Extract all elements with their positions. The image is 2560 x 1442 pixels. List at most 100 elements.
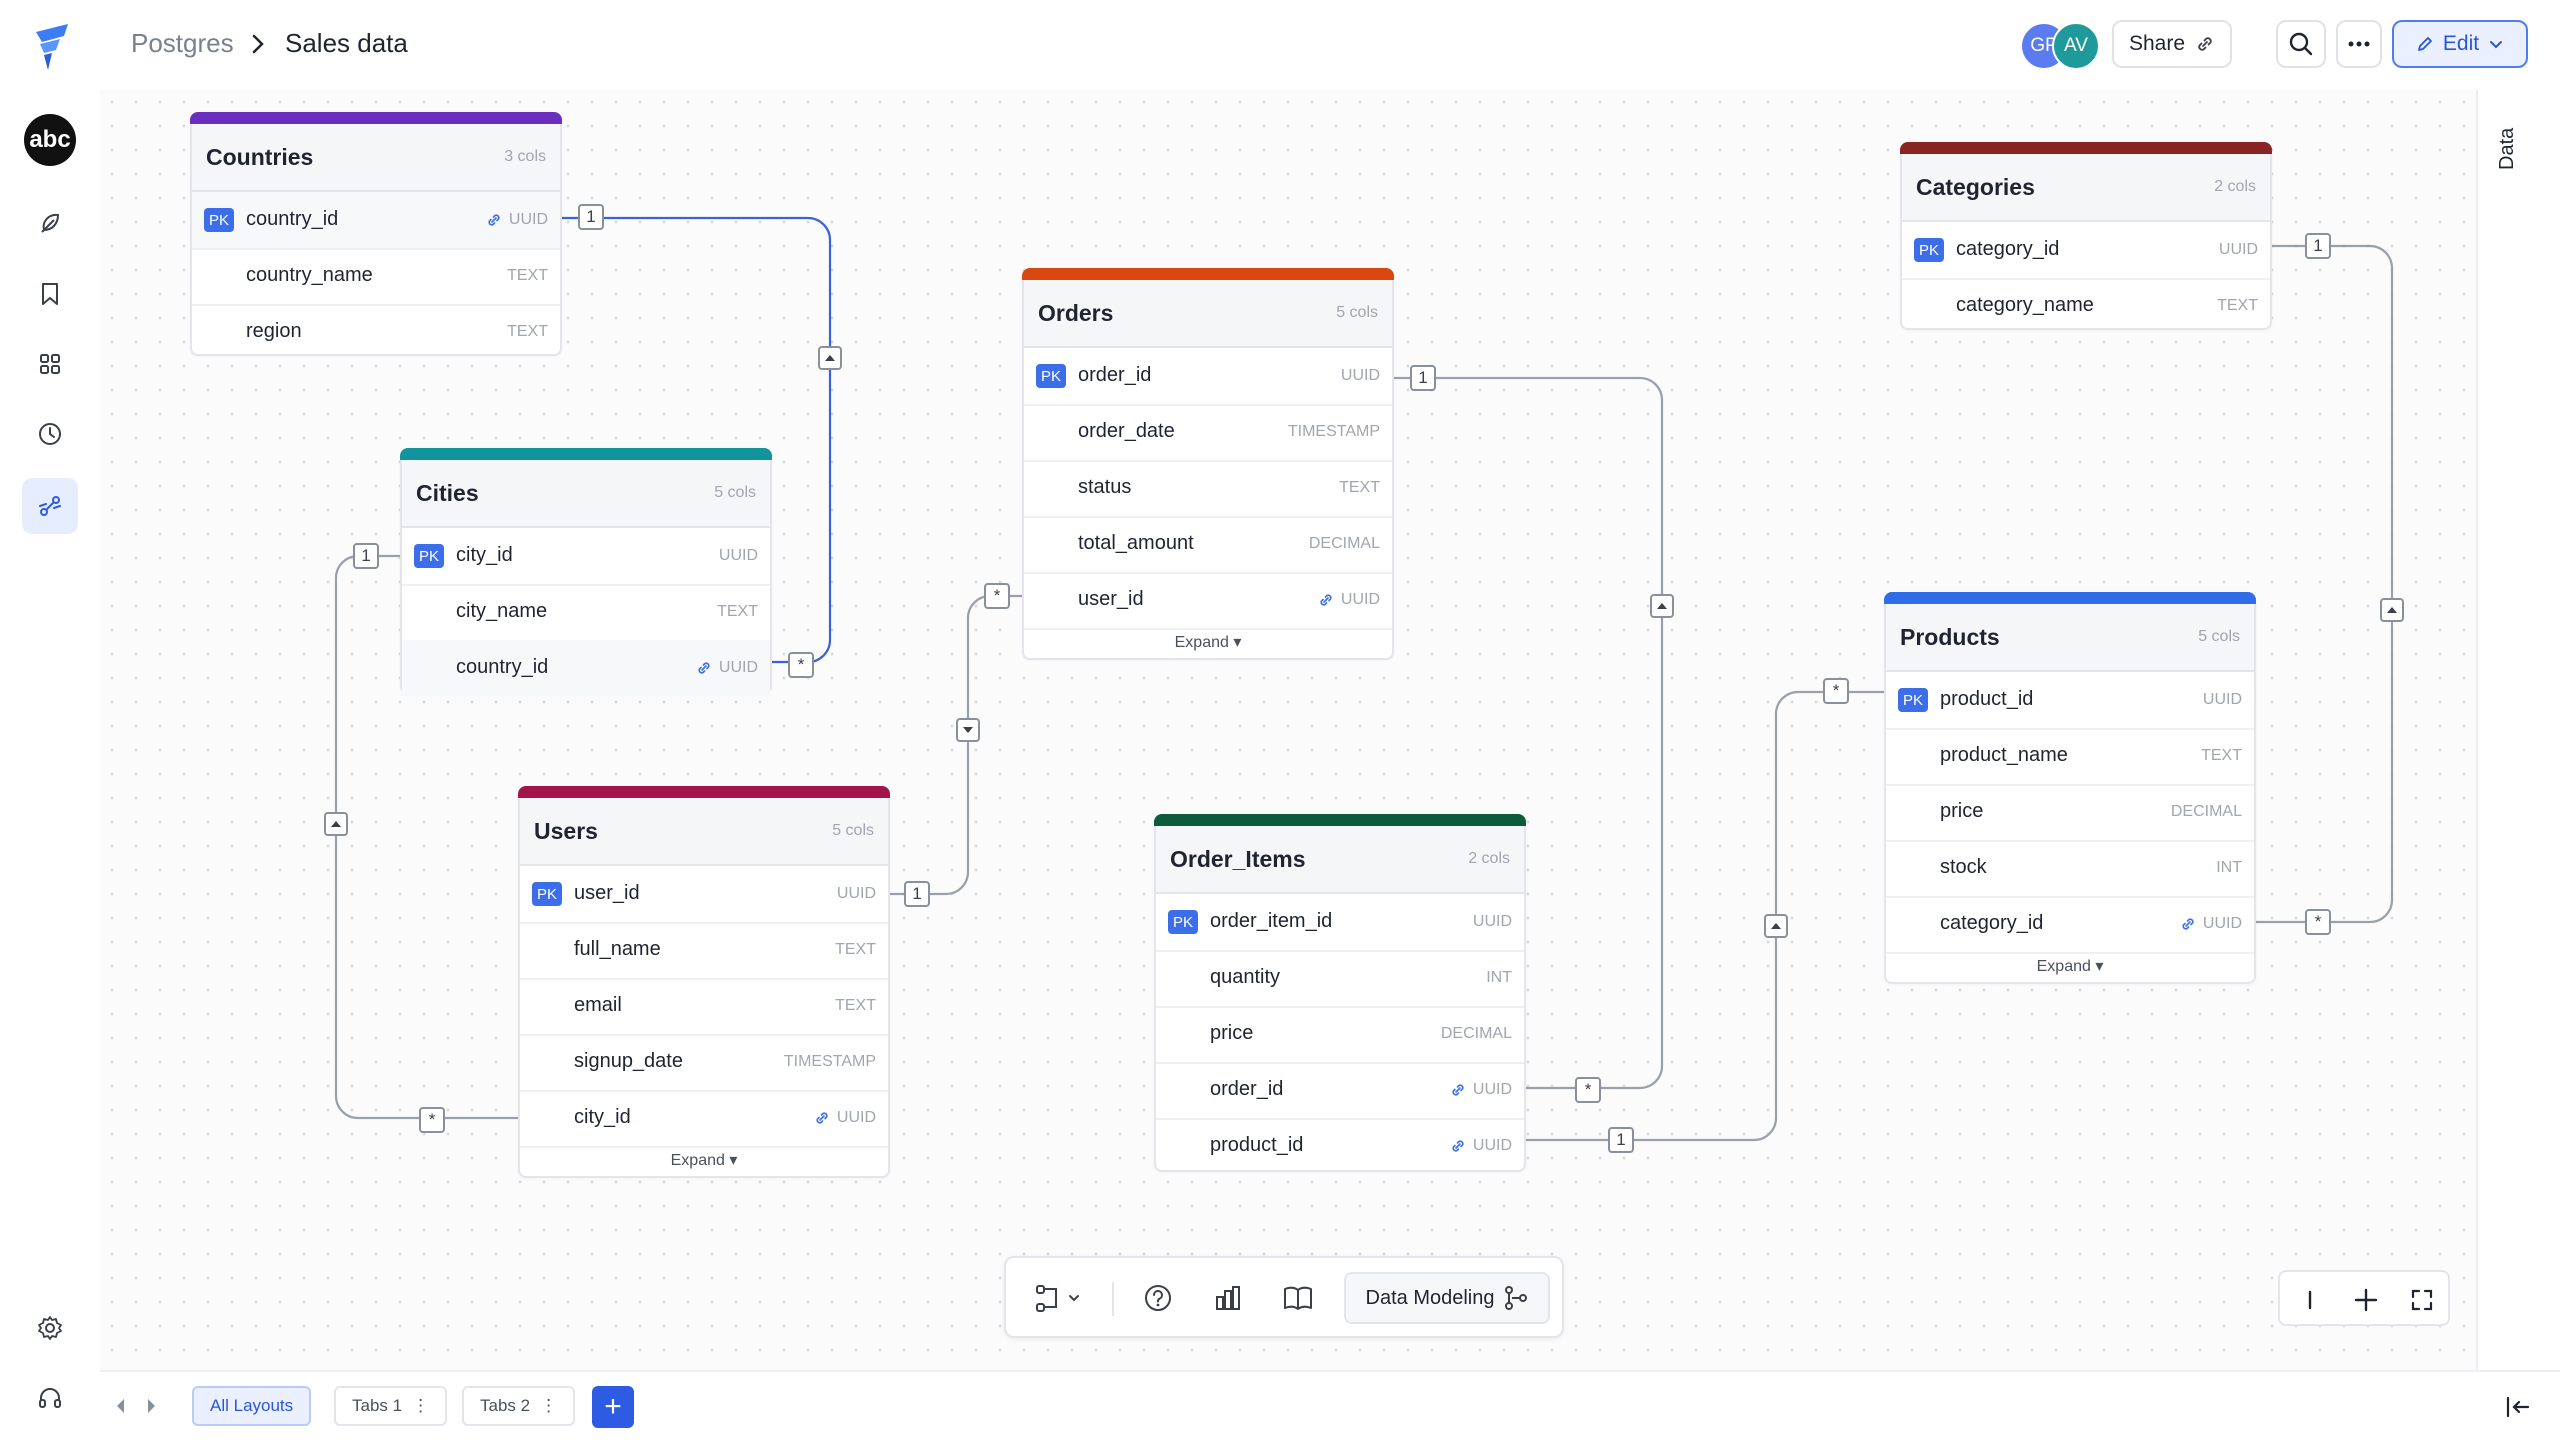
column-row[interactable]: PK user_id UUID [520,866,888,924]
column-row[interactable]: category_id UUID [1886,896,2254,954]
table-header[interactable]: Categories 2 cols [1902,154,2270,222]
table-card-categories[interactable]: Categories 2 cols PK category_id UUID ca… [1900,142,2272,330]
rail-settings[interactable] [28,1306,72,1350]
column-type: INT [2216,859,2242,876]
column-row[interactable]: city_id UUID [520,1090,888,1148]
column-type-label: UUID [836,1109,876,1126]
tab-all-layouts[interactable]: All Layouts [192,1386,312,1426]
data-modeling-button[interactable]: Data Modeling [1344,1272,1550,1324]
column-row[interactable]: PK order_item_id UUID [1156,894,1524,952]
column-name: country_id [456,656,549,678]
column-type: TEXT [507,323,548,340]
collapse-up-icon[interactable] [1764,914,1788,938]
column-row[interactable]: signup_date TIMESTAMP [520,1034,888,1092]
table-header[interactable]: Orders 5 cols [1024,280,1392,348]
table-card-users[interactable]: Users 5 cols PK user_id UUID full_name T… [518,786,890,1178]
column-row[interactable]: product_name TEXT [1886,728,2254,786]
table-card-products[interactable]: Products 5 cols PK product_id UUID produ… [1884,592,2256,984]
tab-label: Tabs 2 [480,1396,531,1415]
column-row[interactable]: PK category_id UUID [1902,222,2270,280]
column-name: order_id [1210,1078,1284,1100]
column-name: country_name [246,264,373,286]
tab-tabs-2[interactable]: Tabs 2 ⋮ [462,1386,576,1426]
table-color-bar [1900,142,2272,154]
column-row[interactable]: product_id UUID [1156,1118,1524,1174]
primary-key-badge: PK [1168,910,1198,934]
collapse-panel-icon[interactable] [2504,1394,2532,1420]
expand-button[interactable]: Expand ▾ [520,1146,888,1176]
expand-button[interactable]: Expand ▾ [1886,952,2254,982]
column-row[interactable]: category_name TEXT [1902,278,2270,334]
table-header[interactable]: Users 5 cols [520,798,888,866]
collapse-down-icon[interactable] [956,718,980,742]
collapse-up-icon[interactable] [1650,594,1674,618]
search-button[interactable] [2276,20,2326,68]
column-row[interactable]: email TEXT [520,978,888,1036]
column-row[interactable]: country_id UUID [402,640,770,696]
column-row[interactable]: full_name TEXT [520,922,888,980]
fit-view-button[interactable] [2402,1280,2442,1320]
scroll-right-icon[interactable] [144,1396,158,1416]
column-row[interactable]: country_name TEXT [192,248,560,306]
rail-data-modeling[interactable] [22,478,78,534]
rail-support[interactable] [28,1376,72,1420]
column-row[interactable]: status TEXT [1024,460,1392,518]
column-row[interactable]: price DECIMAL [1156,1006,1524,1064]
collapse-up-icon[interactable] [818,346,842,370]
table-header[interactable]: Countries 3 cols [192,124,560,192]
connector-style-button[interactable] [1028,1276,1088,1320]
help-button[interactable] [1136,1276,1180,1320]
column-row[interactable]: city_name TEXT [402,584,770,642]
charts-button[interactable] [1206,1276,1250,1320]
table-card-cities[interactable]: Cities 5 cols PK city_id UUID city_name … [400,448,772,696]
breadcrumb-root[interactable]: Postgres [131,28,234,59]
table-header[interactable]: Cities 5 cols [402,460,770,528]
data-panel-tab[interactable]: Data [2496,110,2526,170]
collapse-up-icon[interactable] [2380,598,2404,622]
workspace-avatar[interactable]: abc [24,114,76,166]
column-row[interactable]: user_id UUID [1024,572,1392,630]
layout-tabs-bar: All Layouts Tabs 1 ⋮ Tabs 2 ⋮ + [100,1370,2560,1442]
kebab-icon[interactable]: ⋮ [412,1396,429,1416]
table-card-orders[interactable]: Orders 5 cols PK order_id UUID order_dat… [1022,268,1394,660]
column-row[interactable]: quantity INT [1156,950,1524,1008]
kebab-icon[interactable]: ⋮ [540,1396,557,1416]
column-row[interactable]: PK order_id UUID [1024,348,1392,406]
scroll-left-icon[interactable] [114,1396,128,1416]
column-row[interactable]: PK city_id UUID [402,528,770,586]
column-row[interactable]: order_date TIMESTAMP [1024,404,1392,462]
column-type: UUID [1449,1137,1512,1155]
zoom-in-button[interactable] [2346,1280,2386,1320]
column-row[interactable]: PK product_id UUID [1886,672,2254,730]
rail-bookmarks[interactable] [28,272,72,316]
rail-history[interactable] [28,412,72,456]
edit-button[interactable]: Edit [2392,20,2528,68]
column-row[interactable]: total_amount DECIMAL [1024,516,1392,574]
table-header[interactable]: Order_Items 2 cols [1156,826,1524,894]
expand-button[interactable]: Expand ▾ [1024,628,1392,658]
column-row[interactable]: order_id UUID [1156,1062,1524,1120]
add-tab-button[interactable]: + [592,1386,634,1428]
column-row[interactable]: PK country_id UUID [192,192,560,250]
rail-dashboards[interactable] [28,342,72,386]
table-card-order-items[interactable]: Order_Items 2 cols PK order_item_id UUID… [1154,814,1526,1172]
column-type: UUID [718,547,758,564]
table-header[interactable]: Products 5 cols [1886,604,2254,672]
table-card-countries[interactable]: Countries 3 cols PK country_id UUID coun… [190,112,562,356]
zoom-out-button[interactable] [2290,1280,2330,1320]
brand-logo-icon[interactable] [30,22,74,74]
right-panel [2476,90,2560,1440]
more-button[interactable] [2336,20,2382,68]
column-row[interactable]: stock INT [1886,840,2254,898]
avatar[interactable]: AV [2052,22,2100,70]
collapse-up-icon[interactable] [324,812,348,836]
column-type: TEXT [1339,479,1380,496]
column-row[interactable]: region TEXT [192,304,560,360]
tab-tabs-1[interactable]: Tabs 1 ⋮ [334,1386,448,1426]
share-button[interactable]: Share [2112,20,2232,68]
docs-button[interactable] [1276,1276,1320,1320]
rail-feather[interactable] [28,202,72,246]
column-row[interactable]: price DECIMAL [1886,784,2254,842]
table-color-bar [1884,592,2256,604]
column-count: 5 cols [714,484,756,501]
